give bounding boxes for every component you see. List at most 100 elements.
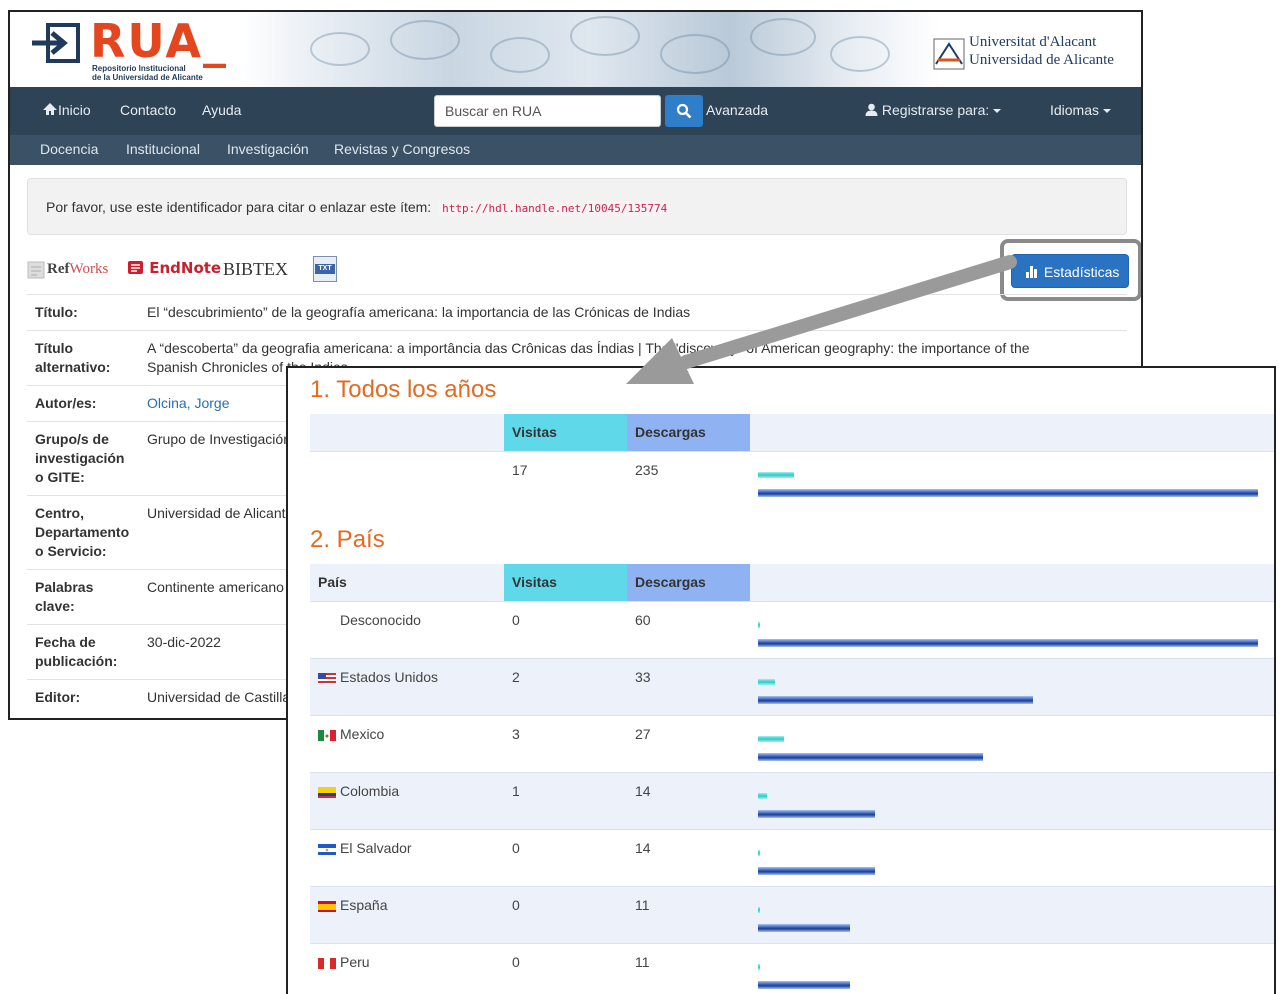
country-row: Peru 0 11 — [310, 943, 1274, 994]
author-link[interactable]: Olcina, Jorge — [147, 395, 229, 411]
country-downloads: 14 — [635, 840, 651, 856]
user-icon — [865, 103, 878, 116]
subnav-institucional[interactable]: Institucional — [126, 141, 200, 157]
search-icon — [676, 103, 692, 119]
main-navbar: Inicio Contacto Ayuda Buscar en RUA Avan… — [10, 87, 1141, 135]
country-row: Mexico 3 27 — [310, 715, 1274, 772]
refworks-label: Ref — [47, 261, 70, 277]
totals-table: Visitas Descargas 17 235 — [310, 414, 1274, 504]
section-title-all-years: 1. Todos los años — [310, 376, 497, 403]
statistics-button-label: Estadísticas — [1043, 264, 1120, 280]
downloads-bar — [758, 867, 875, 875]
login-arrow-icon — [32, 23, 80, 63]
country-table: País Visitas Descargas Desconocido 0 60 Est… — [310, 564, 1274, 994]
subnav-docencia[interactable]: Docencia — [40, 141, 98, 157]
country-row: España 0 11 — [310, 886, 1274, 943]
statistics-button[interactable]: Estadísticas — [1011, 254, 1129, 288]
country-row: Estados Unidos 2 33 — [310, 658, 1274, 715]
university-logo[interactable]: Universitat d'Alacant Universidad de Ali… — [933, 34, 1114, 74]
export-links: RefWorks EndNote BIBTEX TXT — [27, 256, 347, 286]
advanced-search-link[interactable]: Avanzada — [706, 102, 768, 118]
country-downloads: 11 — [635, 954, 650, 970]
logo-subtitle: Repositorio Institucional — [92, 64, 186, 73]
downloads-bar — [758, 696, 1033, 704]
downloads-bar — [758, 639, 1258, 647]
metadata-label: Autor/es: — [35, 395, 97, 411]
total-downloads: 235 — [635, 462, 659, 478]
colombia-flag-icon — [318, 786, 336, 798]
search-button[interactable] — [665, 95, 703, 127]
nav-home[interactable]: Inicio — [42, 102, 91, 118]
metadata-label: Grupo/s de investigación o GITE: — [35, 431, 125, 485]
country-downloads: 33 — [635, 669, 651, 685]
total-downloads-bar — [758, 489, 1258, 497]
rua-logo[interactable]: RUA_ Repositorio Institucional de la Uni… — [30, 14, 230, 84]
endnote-export-link[interactable]: EndNote — [127, 259, 221, 277]
nav-contact[interactable]: Contacto — [120, 102, 176, 118]
country-visits: 0 — [512, 897, 520, 913]
country-name: Estados Unidos — [340, 669, 439, 685]
totals-row: 17 235 — [310, 451, 1274, 504]
visits-bar — [758, 964, 760, 970]
txt-export-icon[interactable]: TXT — [313, 256, 337, 282]
subnav-investigacion[interactable]: Investigación — [227, 141, 309, 157]
metadata-row: Título: El “descubrimiento” de la geogra… — [27, 294, 1127, 330]
search-input[interactable]: Buscar en RUA — [434, 95, 661, 127]
nav-help[interactable]: Ayuda — [202, 102, 241, 118]
metadata-value: El “descubrimiento” de la geografía amer… — [147, 304, 691, 320]
visits-header: Visitas — [504, 564, 627, 601]
bibtex-export-link[interactable]: BIBTEX — [223, 259, 288, 280]
chevron-down-icon — [993, 109, 1002, 114]
header-banner-image — [240, 12, 940, 87]
university-name: Universidad de Alicante — [969, 52, 1114, 68]
peru-flag-icon — [318, 957, 336, 969]
downloads-bar — [758, 981, 850, 989]
register-dropdown[interactable]: Registrarse para: — [865, 102, 1002, 118]
country-downloads: 11 — [635, 897, 650, 913]
register-label: Registrarse para: — [881, 102, 990, 118]
metadata-label: Editor: — [35, 689, 81, 705]
country-downloads: 27 — [635, 726, 651, 742]
country-visits: 3 — [512, 726, 520, 742]
site-header: RUA_ Repositorio Institucional de la Uni… — [10, 12, 1141, 87]
nav-home-label: Inicio — [58, 102, 91, 118]
logo-subtitle: de la Universidad de Alicante — [92, 73, 203, 82]
metadata-label: Título: — [35, 304, 78, 320]
total-visits-bar — [758, 472, 794, 478]
endnote-label: EndNote — [149, 259, 222, 277]
visits-bar — [758, 907, 760, 913]
downloads-header: Descargas — [627, 414, 750, 451]
downloads-bar — [758, 810, 875, 818]
country-name: Colombia — [340, 783, 400, 799]
logo-wordmark: RUA_ — [90, 14, 228, 68]
language-dropdown[interactable]: Idiomas — [1050, 102, 1111, 118]
visits-bar — [758, 793, 767, 799]
citation-text: Por favor, use este identificador para c… — [46, 199, 432, 215]
country-visits: 0 — [512, 954, 520, 970]
handle-url[interactable]: http://hdl.handle.net/10045/135774 — [439, 201, 671, 216]
refworks-logo-icon — [27, 261, 45, 279]
language-label: Idiomas — [1049, 102, 1099, 118]
country-downloads: 60 — [635, 612, 651, 628]
country-name: Peru — [340, 954, 370, 970]
home-icon — [43, 103, 57, 115]
total-visits: 17 — [512, 462, 528, 478]
refworks-export-link[interactable]: RefWorks — [27, 259, 119, 283]
country-downloads: 14 — [635, 783, 651, 799]
spain-flag-icon — [318, 900, 336, 912]
country-visits: 0 — [512, 612, 520, 628]
country-header: País — [318, 574, 347, 590]
totals-header-row — [310, 414, 1274, 451]
chevron-down-icon — [1103, 109, 1111, 114]
country-name: Desconocido — [340, 612, 421, 628]
country-visits: 2 — [512, 669, 520, 685]
visits-bar — [758, 679, 775, 685]
subnav-revistas[interactable]: Revistas y Congresos — [334, 141, 470, 157]
statistics-window: 1. Todos los años Visitas Descargas 17 2… — [286, 366, 1276, 994]
country-row: Colombia 1 14 — [310, 772, 1274, 829]
visits-header: Visitas — [504, 414, 627, 451]
visits-bar — [758, 622, 760, 628]
endnote-logo-icon — [128, 261, 143, 274]
country-name: Mexico — [340, 726, 385, 742]
metadata-label: Fecha de publicación: — [35, 634, 118, 669]
